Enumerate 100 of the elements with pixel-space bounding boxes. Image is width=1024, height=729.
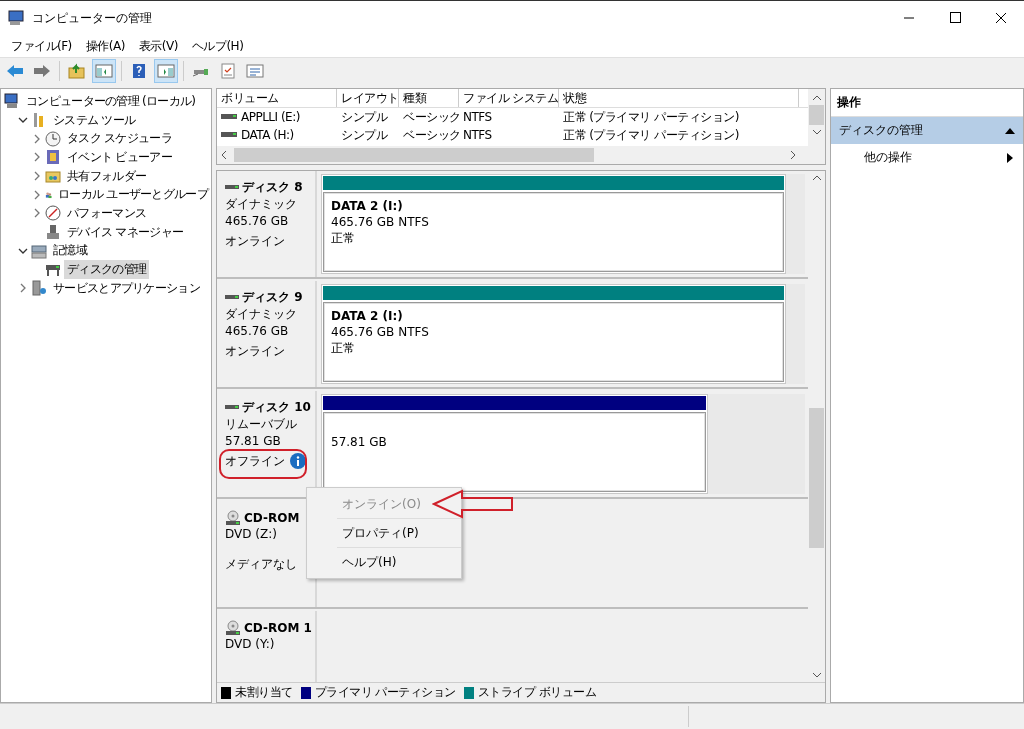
folder-up-icon xyxy=(68,63,86,79)
table-cell: 正常 (プライマリ パーティション) xyxy=(563,126,739,144)
optical-drive-icon xyxy=(225,509,241,526)
clock-icon xyxy=(45,130,61,147)
legend-label: 未割り当て xyxy=(235,684,293,701)
scrollbar-thumb[interactable] xyxy=(234,148,594,162)
legend-label: ストライプ ボリューム xyxy=(477,684,597,701)
tree-item[interactable]: コンピューターの管理 (ローカル) xyxy=(23,91,199,111)
disk-name: ディスク 9 xyxy=(242,289,303,306)
server-icon xyxy=(31,280,47,297)
drive-icon xyxy=(221,131,237,139)
column-header[interactable]: レイアウト xyxy=(337,89,399,107)
dial-icon xyxy=(45,205,61,222)
disk-type: リムーバブル xyxy=(225,416,298,433)
table-cell: ベーシック xyxy=(403,108,461,126)
section-header[interactable]: ディスクの管理 xyxy=(831,117,1023,144)
disk-type: ダイナミック xyxy=(225,196,298,213)
disk-name: ディスク 8 xyxy=(242,179,303,196)
disk-size: 465.76 GB xyxy=(225,323,290,340)
collapse-icon[interactable] xyxy=(1005,126,1015,135)
disk-type: ダイナミック xyxy=(225,306,298,323)
partition-detail: 465.76 GB NTFS xyxy=(331,324,430,340)
table-cell: 正常 (プライマリ パーティション) xyxy=(563,108,739,126)
scrollbar-thumb[interactable] xyxy=(809,408,824,548)
device-icon xyxy=(45,224,61,241)
menu-item[interactable]: ヘルプ(H) xyxy=(307,548,461,576)
menu-item[interactable]: プロパティ(P) xyxy=(307,519,461,547)
tree-item[interactable]: タスク スケジューラ xyxy=(64,129,175,149)
legend-label: プライマリ パーティション xyxy=(314,684,456,701)
table-cell: DATA (H:) xyxy=(241,128,294,142)
partition-detail: 465.76 GB NTFS xyxy=(331,214,430,230)
disk-name: CD-ROM 1 xyxy=(244,620,312,635)
disk-status: オンライン xyxy=(225,342,285,360)
help-icon xyxy=(130,63,148,79)
column-header[interactable]: ボリューム xyxy=(217,89,337,107)
disk-status: メディアなし xyxy=(225,555,297,573)
menu-item[interactable]: ヘルプ(H) xyxy=(184,37,251,55)
disk-size: 57.81 GB xyxy=(225,433,282,450)
chevron-right-icon[interactable] xyxy=(32,133,42,144)
document-icon xyxy=(219,63,237,79)
drive-icon xyxy=(225,184,239,191)
computer-icon xyxy=(8,10,26,26)
drive-icon xyxy=(221,113,237,121)
tree-item[interactable]: ディスクの管理 xyxy=(64,260,150,280)
chevron-right-icon[interactable] xyxy=(32,189,42,200)
scrollbar-thumb[interactable] xyxy=(809,105,824,125)
action-link[interactable]: 他の操作 xyxy=(864,149,912,166)
optical-drive-icon xyxy=(225,619,241,636)
tree-item[interactable]: 共有フォルダー xyxy=(64,166,150,186)
partition-block[interactable]: DATA 2 (I:) 465.76 GB NTFS 正常 xyxy=(321,284,786,384)
partition-status: 正常 xyxy=(331,340,356,356)
menu-item[interactable]: 操作(A) xyxy=(78,37,132,55)
action-pane-icon xyxy=(157,63,175,79)
table-cell: ベーシック xyxy=(403,126,461,144)
drive-icon xyxy=(225,404,239,411)
partition-label: DATA 2 (I:) xyxy=(331,308,404,324)
folder-icon xyxy=(45,168,61,185)
partition-block[interactable]: 57.81 GB xyxy=(321,394,709,494)
storage-icon xyxy=(31,242,47,259)
disk-type: DVD (Y:) xyxy=(225,636,276,653)
disk-type: DVD (Z:) xyxy=(225,526,278,543)
menu-item[interactable]: 表示(V) xyxy=(131,37,185,55)
action-pane-button[interactable] xyxy=(154,59,178,83)
column-header[interactable]: ファイル システム xyxy=(459,89,559,107)
partition-status: 正常 xyxy=(331,230,356,246)
chevron-right-icon[interactable] xyxy=(32,208,42,219)
tree-item[interactable]: システム ツール xyxy=(50,110,139,130)
tree-item[interactable]: ローカル ユーザーとグループ xyxy=(55,185,211,205)
submenu-arrow-icon xyxy=(1007,152,1013,163)
column-header[interactable]: 状態 xyxy=(559,89,799,107)
window-title: コンピューターの管理 xyxy=(32,9,153,27)
chevron-right-icon[interactable] xyxy=(32,171,42,182)
tree-item[interactable]: 記憶域 xyxy=(50,241,90,261)
partition-label: DATA 2 (I:) xyxy=(331,198,404,214)
disk-name: ディスク 10 xyxy=(242,399,311,416)
tree-pane-icon xyxy=(95,63,113,79)
forward-icon xyxy=(33,63,51,79)
menu-item[interactable]: ファイル(F) xyxy=(4,37,79,55)
computer-icon xyxy=(4,93,20,110)
table-cell: APPLLI (E:) xyxy=(241,110,300,124)
tree-item[interactable]: パフォーマンス xyxy=(64,203,150,223)
table-cell: NTFS xyxy=(463,110,492,124)
column-header[interactable]: 種類 xyxy=(399,89,459,107)
partition-detail: 57.81 GB xyxy=(331,434,388,450)
partition-block[interactable]: DATA 2 (I:) 465.76 GB NTFS 正常 xyxy=(321,174,786,274)
chevron-right-icon[interactable] xyxy=(18,283,28,294)
disk-size: 465.76 GB xyxy=(225,213,290,230)
tree-item[interactable]: イベント ビューアー xyxy=(64,147,175,167)
disk-status: オフライン xyxy=(225,452,285,470)
tree-item[interactable]: サービスとアプリケーション xyxy=(50,278,203,298)
drive-icon xyxy=(225,294,239,301)
tree-pane-button[interactable] xyxy=(92,59,116,83)
tree-item[interactable]: デバイス マネージャー xyxy=(64,222,187,242)
chevron-right-icon[interactable] xyxy=(32,152,42,163)
table-cell: NTFS xyxy=(463,128,492,142)
log-book-icon xyxy=(45,149,61,166)
disk-status: オンライン xyxy=(225,232,285,250)
table-cell: シンプル xyxy=(341,126,387,144)
table-cell: シンプル xyxy=(341,108,387,126)
disk-name: CD-ROM xyxy=(244,510,300,525)
